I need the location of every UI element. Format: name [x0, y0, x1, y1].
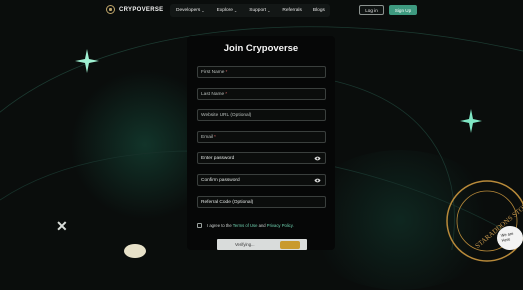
- nav-item-blogs[interactable]: Blogs: [313, 8, 325, 13]
- nav-item-label: Support: [249, 8, 267, 13]
- login-button[interactable]: Log in: [359, 5, 384, 15]
- terms-and: and: [258, 223, 266, 228]
- confirm-password-field[interactable]: Confirm password: [197, 174, 326, 186]
- store-stamp-watermark: STARADDONS STORE YOUR TRUSTED HUB: [446, 176, 523, 262]
- eye-icon[interactable]: [314, 178, 321, 183]
- terms-of-use-link[interactable]: Terms of Use: [233, 223, 258, 228]
- captcha-widget[interactable]: Verifying...: [217, 239, 307, 250]
- help-chat-button[interactable]: We are Here: [497, 226, 523, 250]
- field-placeholder: Referral Code (Optional): [201, 199, 254, 205]
- nav-item-support[interactable]: Support ⌄: [249, 8, 270, 13]
- referral-code-field[interactable]: Referral Code (Optional): [197, 196, 326, 208]
- terms-text: I agree to the Terms of Use and Privacy …: [207, 223, 294, 228]
- field-placeholder: Enter password: [201, 155, 235, 161]
- field-placeholder: Confirm password: [201, 177, 240, 183]
- terms-checkbox[interactable]: [197, 223, 202, 228]
- field-placeholder: Email: [201, 134, 213, 140]
- nav-item-label: Referrals: [282, 8, 302, 13]
- nav-item-referrals[interactable]: Referrals: [282, 8, 301, 13]
- sparkle-icon: [75, 49, 99, 73]
- email-field[interactable]: Email *: [197, 131, 326, 143]
- brand-name: CRYPOVERSE: [119, 6, 164, 13]
- x-icon: ✕: [56, 218, 68, 234]
- top-nav: CRYPOVERSE Developers ⌄ Explore ⌄ Suppor…: [0, 0, 523, 22]
- signup-button[interactable]: Sign Up: [389, 5, 417, 15]
- eye-icon[interactable]: [314, 156, 321, 161]
- brand[interactable]: CRYPOVERSE: [106, 5, 163, 14]
- required-mark: *: [225, 91, 228, 97]
- page-title: Join Crypoverse: [223, 43, 299, 54]
- chevron-down-icon: ⌄: [201, 8, 205, 13]
- signup-card: Join Crypoverse First Name * Last Name * W…: [187, 36, 335, 250]
- chevron-down-icon: ⌄: [267, 8, 271, 13]
- chevron-down-icon: ⌄: [233, 8, 238, 13]
- help-chat-label: We are Here: [500, 230, 514, 243]
- brand-logo-icon: [106, 5, 115, 14]
- nav-item-developers[interactable]: Developers ⌄: [176, 8, 205, 13]
- field-placeholder: Last Name: [201, 91, 225, 97]
- website-url-field[interactable]: Website URL (Optional): [197, 109, 326, 121]
- nav-item-explore[interactable]: Explore ⌄: [217, 8, 238, 13]
- terms-prefix: I agree to the: [207, 223, 232, 228]
- last-name-field[interactable]: Last Name *: [197, 88, 326, 100]
- required-mark: *: [225, 69, 228, 75]
- sparkle-icon: [460, 109, 482, 133]
- nav-item-label: Explore: [216, 8, 233, 13]
- captcha-label: Verifying...: [235, 242, 255, 247]
- field-placeholder: First Name: [201, 69, 225, 75]
- required-mark: *: [214, 134, 216, 140]
- nav-item-label: Developers: [176, 8, 201, 13]
- privacy-policy-link[interactable]: Privacy Policy.: [267, 223, 294, 228]
- terms-row: I agree to the Terms of Use and Privacy …: [197, 223, 294, 228]
- password-field[interactable]: Enter password: [197, 152, 326, 164]
- nav-item-label: Blogs: [312, 8, 325, 13]
- field-placeholder: Website URL (Optional): [201, 112, 252, 118]
- nav-menu: Developers ⌄ Explore ⌄ Support ⌄ Referra…: [170, 4, 330, 17]
- decorative-orb: [124, 244, 146, 258]
- captcha-logo-icon: [280, 241, 300, 249]
- first-name-field[interactable]: First Name *: [197, 66, 326, 78]
